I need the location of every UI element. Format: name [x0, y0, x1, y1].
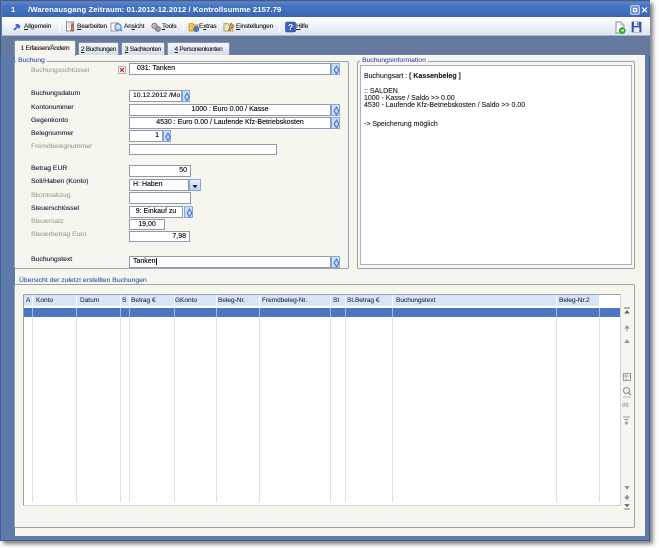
svg-text:?: ? — [288, 22, 293, 32]
